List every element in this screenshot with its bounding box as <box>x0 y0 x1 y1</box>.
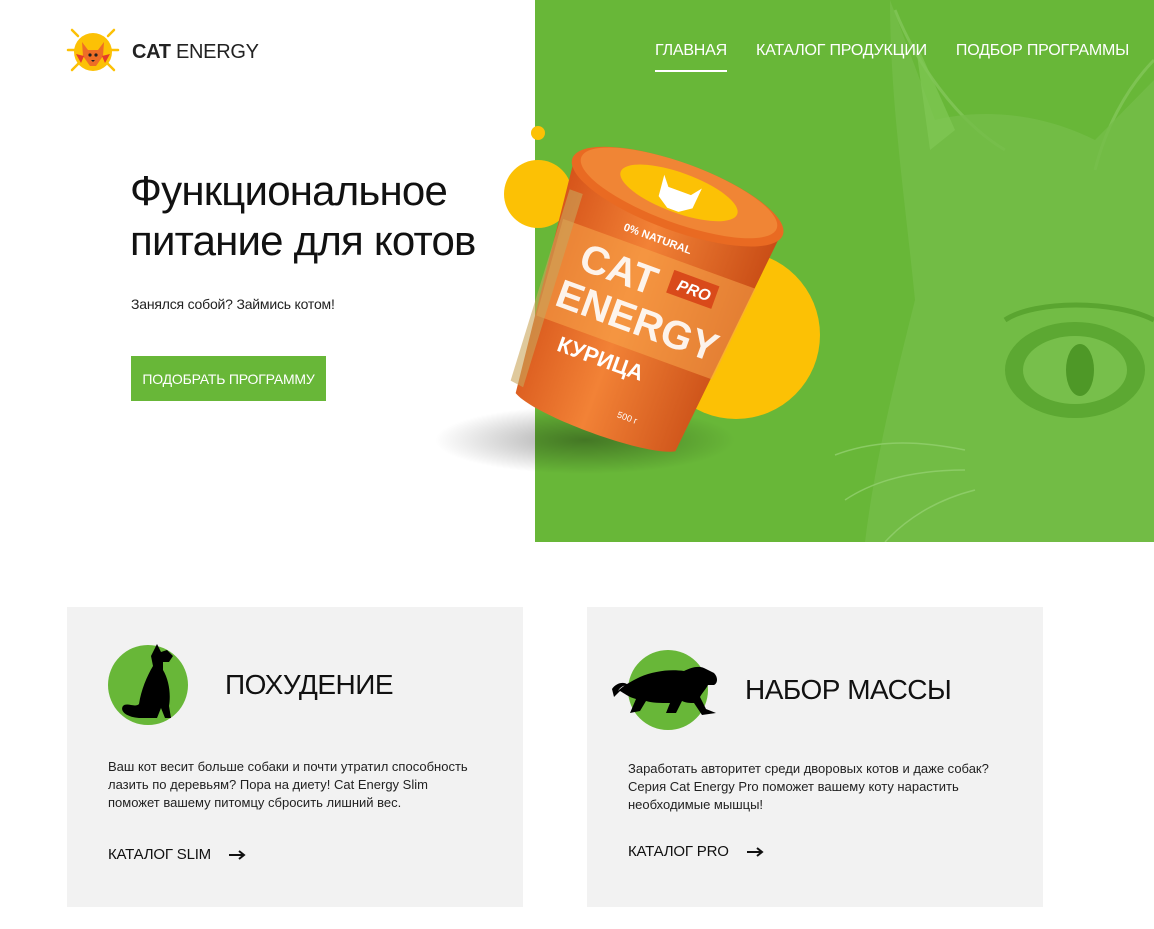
logo-text-bold: CAT <box>132 40 171 63</box>
card-slim-text: Ваш кот весит больше собаки и почти утра… <box>108 759 468 810</box>
logo-link[interactable]: CAT ENERGY <box>66 26 259 78</box>
card-slim-title: ПОХУДЕНИЕ <box>225 669 394 700</box>
product-jar-image: 0% NATURAL CAT ENERGY PRO КУРИЦА 500 г <box>435 126 820 474</box>
nav-item-program[interactable]: ПОДБОР ПРОГРАММЫ <box>956 42 1129 72</box>
main-nav: ГЛАВНАЯ КАТАЛОГ ПРОДУКЦИИ ПОДБОР ПРОГРАМ… <box>655 42 1154 72</box>
hero-subtitle: Занялся собой? Займись котом! <box>131 296 335 312</box>
panther-icon <box>612 666 717 715</box>
sitting-cat-icon <box>122 644 173 718</box>
catalog-slim-link[interactable]: КАТАЛОГ SLIM <box>108 846 246 863</box>
card-pro-title: НАБОР МАССЫ <box>745 674 952 705</box>
catalog-slim-label: КАТАЛОГ SLIM <box>108 846 211 863</box>
arrow-right-icon <box>746 846 764 857</box>
hero-section: CAT ENERGY ГЛАВНАЯ КАТАЛОГ ПРОДУКЦИИ ПОД… <box>0 0 1154 542</box>
choose-program-button[interactable]: ПОДОБРАТЬ ПРОГРАММУ <box>131 356 326 401</box>
card-slim: ПОХУДЕНИЕ Ваш кот весит больше собаки и … <box>67 607 523 907</box>
catalog-pro-label: КАТАЛОГ PRO <box>628 843 729 860</box>
logo-text-light: ENERGY <box>170 40 259 63</box>
catalog-pro-link[interactable]: КАТАЛОГ PRO <box>628 843 764 860</box>
card-pro: НАБОР МАССЫ Заработать авторитет среди д… <box>587 607 1043 907</box>
card-pro-text: Заработать авторитет среди дворовых кото… <box>628 761 989 812</box>
logo-text: CAT ENERGY <box>132 41 259 64</box>
nav-item-main[interactable]: ГЛАВНАЯ <box>655 42 727 72</box>
fox-logo-icon <box>66 28 120 72</box>
nav-item-catalog[interactable]: КАТАЛОГ ПРОДУКЦИИ <box>756 42 927 72</box>
arrow-right-icon <box>228 849 246 860</box>
small-yellow-dot <box>531 126 545 140</box>
